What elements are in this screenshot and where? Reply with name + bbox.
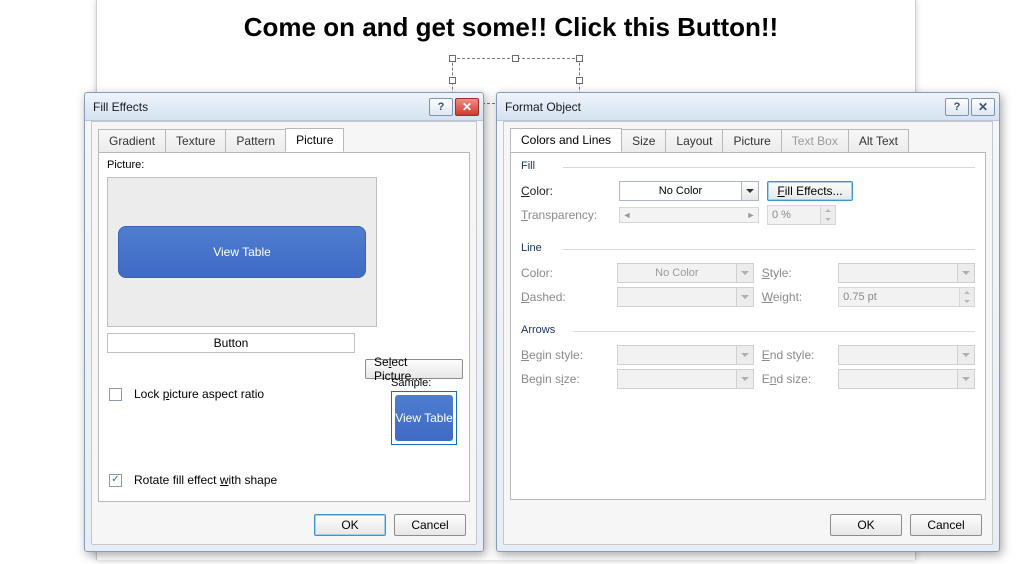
line-style-combo (838, 263, 975, 283)
tab-text-box: Text Box (781, 129, 849, 152)
begin-size-label: Begin size: (521, 372, 609, 386)
resize-handle[interactable] (449, 77, 456, 84)
picture-name-field: Button (107, 333, 355, 353)
group-legend: Arrows (521, 324, 561, 336)
tab-panel-picture: Picture: View Table Button Select Pictur… (98, 152, 470, 502)
rotate-checkbox[interactable] (109, 474, 122, 487)
tabstrip: Gradient Texture Pattern Picture (92, 122, 476, 152)
picture-preview: View Table (118, 226, 366, 278)
slider-right-icon: ► (744, 210, 758, 220)
begin-style-label: Begin style: (521, 348, 609, 362)
line-weight-label: Weight: (762, 290, 830, 304)
tab-panel-colors-lines: Fill Color: No Color Fill Effects... Tra… (510, 152, 986, 500)
end-size-label: End size: (762, 372, 830, 386)
resize-handle[interactable] (576, 55, 583, 62)
help-button[interactable] (945, 98, 969, 116)
begin-size-combo (617, 369, 754, 389)
fill-effects-button[interactable]: Fill Effects... (767, 181, 853, 201)
select-picture-button[interactable]: Select Picture... (365, 359, 463, 379)
tab-size[interactable]: Size (621, 129, 666, 152)
resize-handle[interactable] (512, 55, 519, 62)
end-size-combo (838, 369, 975, 389)
line-dashed-label: Dashed: (521, 290, 609, 304)
transparency-slider: ◄ ► (619, 207, 759, 223)
line-dashed-combo (617, 287, 754, 307)
chevron-down-icon (957, 370, 974, 388)
chevron-down-icon (736, 264, 753, 282)
end-style-label: End style: (762, 348, 830, 362)
lock-aspect-checkbox[interactable] (109, 388, 122, 401)
titlebar[interactable]: Format Object ✕ (497, 93, 999, 121)
line-color-combo: No Color (617, 263, 754, 283)
transparency-value: 0 % (768, 206, 820, 224)
transparency-spinner: 0 % (767, 205, 836, 225)
tab-picture[interactable]: Picture (722, 129, 781, 152)
line-weight-spinner: 0.75 pt (838, 287, 975, 307)
tab-gradient[interactable]: Gradient (98, 129, 166, 152)
group-legend: Line (521, 242, 548, 254)
fill-color-value: No Color (620, 185, 741, 197)
end-style-combo (838, 345, 975, 365)
transparency-label: Transparency: (521, 208, 611, 222)
chevron-down-icon (736, 346, 753, 364)
fill-effects-dialog: Fill Effects ✕ Gradient Texture Pattern … (84, 92, 484, 552)
picture-preview-text: View Table (213, 245, 271, 259)
group-fill: Fill Color: No Color Fill Effects... Tra… (521, 161, 975, 235)
tab-texture[interactable]: Texture (165, 129, 226, 152)
chevron-down-icon (741, 182, 758, 200)
tab-layout[interactable]: Layout (665, 129, 723, 152)
document-headline: Come on and get some!! Click this Button… (0, 12, 1022, 43)
chevron-down-icon (957, 346, 974, 364)
format-object-dialog: Format Object ✕ Colors and Lines Size La… (496, 92, 1000, 552)
picture-preview-frame: View Table (107, 177, 377, 327)
close-icon: ✕ (978, 100, 988, 114)
picture-name-value: Button (214, 336, 249, 350)
chevron-down-icon (957, 264, 974, 282)
tab-pattern[interactable]: Pattern (225, 129, 286, 152)
close-button[interactable]: ✕ (455, 98, 479, 116)
resize-handle[interactable] (576, 77, 583, 84)
help-button[interactable] (429, 98, 453, 116)
dialog-title: Format Object (505, 100, 943, 114)
tabstrip: Colors and Lines Size Layout Picture Tex… (504, 122, 992, 152)
titlebar[interactable]: Fill Effects ✕ (85, 93, 483, 121)
chevron-down-icon (736, 370, 753, 388)
line-weight-value: 0.75 pt (839, 288, 959, 306)
ok-button[interactable]: OK (830, 514, 902, 536)
group-arrows: Arrows Begin style: End style: Begin s (521, 325, 975, 399)
tab-alt-text[interactable]: Alt Text (848, 129, 909, 152)
group-legend: Fill (521, 160, 541, 172)
close-button[interactable]: ✕ (971, 98, 995, 116)
cancel-button[interactable]: Cancel (394, 514, 466, 536)
close-icon: ✕ (462, 100, 472, 114)
group-line: Line Color: No Color Style: Dashed: (521, 243, 975, 317)
tab-picture[interactable]: Picture (285, 128, 344, 152)
fill-color-label: Color: (521, 184, 611, 198)
sample-preview: View Table (391, 391, 457, 445)
resize-handle[interactable] (449, 55, 456, 62)
begin-style-combo (617, 345, 754, 365)
dialog-title: Fill Effects (93, 100, 427, 114)
cancel-button[interactable]: Cancel (910, 514, 982, 536)
sample-preview-text: View Table (395, 411, 453, 425)
sample-label: Sample: (391, 377, 457, 389)
picture-label: Picture: (99, 153, 469, 173)
fill-color-combo[interactable]: No Color (619, 181, 759, 201)
chevron-down-icon (736, 288, 753, 306)
line-color-value: No Color (618, 267, 736, 279)
slider-left-icon: ◄ (620, 210, 634, 220)
line-color-label: Color: (521, 266, 609, 280)
line-style-label: Style: (762, 266, 830, 280)
ok-button[interactable]: OK (314, 514, 386, 536)
tab-colors-lines[interactable]: Colors and Lines (510, 128, 622, 152)
